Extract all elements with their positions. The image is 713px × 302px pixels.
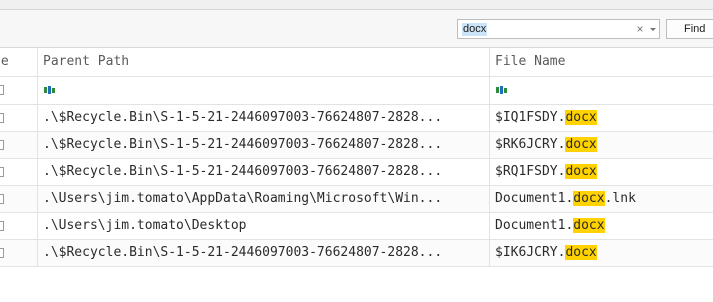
search-match-highlight: docx (565, 110, 597, 125)
parent-path-cell[interactable]: .\$Recycle.Bin\S-1-5-21-2446097003-76624… (37, 159, 489, 185)
row-select-cell[interactable] (0, 186, 37, 212)
find-button[interactable]: Find (666, 19, 713, 39)
abc-filter-icon (44, 86, 55, 94)
filter-checkbox[interactable] (0, 85, 4, 95)
row-checkbox[interactable] (0, 113, 4, 123)
abc-filter-icon (496, 86, 507, 94)
file-name-prefix: $IK6JCRY. (495, 245, 566, 260)
file-name-prefix: $IQ1FSDY. (495, 110, 566, 125)
header-row: se Parent Path File Name (0, 48, 713, 77)
file-name-cell[interactable]: Document1.docx.lnk (489, 186, 713, 212)
table-row[interactable]: .\$Recycle.Bin\S-1-5-21-2446097003-76624… (0, 159, 713, 186)
file-name-prefix: $RK6JCRY. (495, 137, 566, 152)
file-name-cell[interactable]: $RK6JCRY.docx (489, 132, 713, 158)
table-row[interactable]: .\$Recycle.Bin\S-1-5-21-2446097003-76624… (0, 132, 713, 159)
column-header-file-name[interactable]: File Name (489, 48, 713, 76)
file-name-prefix: Document1. (495, 218, 574, 233)
row-checkbox[interactable] (0, 248, 4, 258)
file-name-cell[interactable]: Document1.docx (489, 213, 713, 239)
search-input[interactable]: docx (462, 23, 488, 36)
table-row[interactable]: .\$Recycle.Bin\S-1-5-21-2446097003-76624… (0, 105, 713, 132)
search-toolbar: docx × Find (0, 10, 713, 48)
search-match-highlight: docx (573, 191, 605, 206)
file-name-prefix: $RQ1FSDY. (495, 164, 566, 179)
clear-search-icon[interactable]: × (634, 20, 646, 38)
parent-path-cell[interactable]: .\Users\jim.tomato\AppData\Roaming\Micro… (37, 186, 489, 212)
row-select-cell[interactable] (0, 132, 37, 158)
row-checkbox[interactable] (0, 194, 4, 204)
search-match-highlight: docx (573, 218, 605, 233)
search-match-highlight: docx (565, 245, 597, 260)
file-name-cell[interactable]: $IK6JCRY.docx (489, 240, 713, 266)
top-strip (0, 0, 713, 10)
search-match-highlight: docx (565, 137, 597, 152)
row-checkbox[interactable] (0, 140, 4, 150)
row-select-cell[interactable] (0, 240, 37, 266)
file-name-cell[interactable]: $IQ1FSDY.docx (489, 105, 713, 131)
table-row[interactable]: .\Users\jim.tomato\Desktop Document1.docx (0, 213, 713, 240)
row-select-cell[interactable] (0, 105, 37, 131)
parent-path-cell[interactable]: .\$Recycle.Bin\S-1-5-21-2446097003-76624… (37, 132, 489, 158)
row-checkbox[interactable] (0, 221, 4, 231)
table-row[interactable]: .\Users\jim.tomato\AppData\Roaming\Micro… (0, 186, 713, 213)
table-row[interactable]: .\$Recycle.Bin\S-1-5-21-2446097003-76624… (0, 240, 713, 267)
row-select-cell[interactable] (0, 213, 37, 239)
parent-path-cell[interactable]: .\Users\jim.tomato\Desktop (37, 213, 489, 239)
file-name-suffix: .lnk (604, 191, 636, 206)
parent-path-cell[interactable]: .\$Recycle.Bin\S-1-5-21-2446097003-76624… (37, 105, 489, 131)
parent-path-cell[interactable]: .\$Recycle.Bin\S-1-5-21-2446097003-76624… (37, 240, 489, 266)
filter-cell-file-name[interactable] (489, 77, 713, 104)
filter-row (0, 77, 713, 105)
file-name-cell[interactable]: $RQ1FSDY.docx (489, 159, 713, 185)
filter-cell-parent-path[interactable] (37, 77, 489, 104)
column-header-parent-path[interactable]: Parent Path (37, 48, 489, 76)
app-window: docx × Find se Parent Path File Name (0, 0, 713, 302)
column-header-partial[interactable]: se (0, 48, 37, 76)
row-checkbox[interactable] (0, 167, 4, 177)
search-box[interactable]: docx × (457, 19, 660, 39)
results-grid: se Parent Path File Name (0, 48, 713, 302)
file-name-prefix: Document1. (495, 191, 574, 206)
chevron-down-icon[interactable] (647, 20, 659, 38)
filter-cell-partial[interactable] (0, 77, 37, 104)
search-match-highlight: docx (565, 164, 597, 179)
row-select-cell[interactable] (0, 159, 37, 185)
